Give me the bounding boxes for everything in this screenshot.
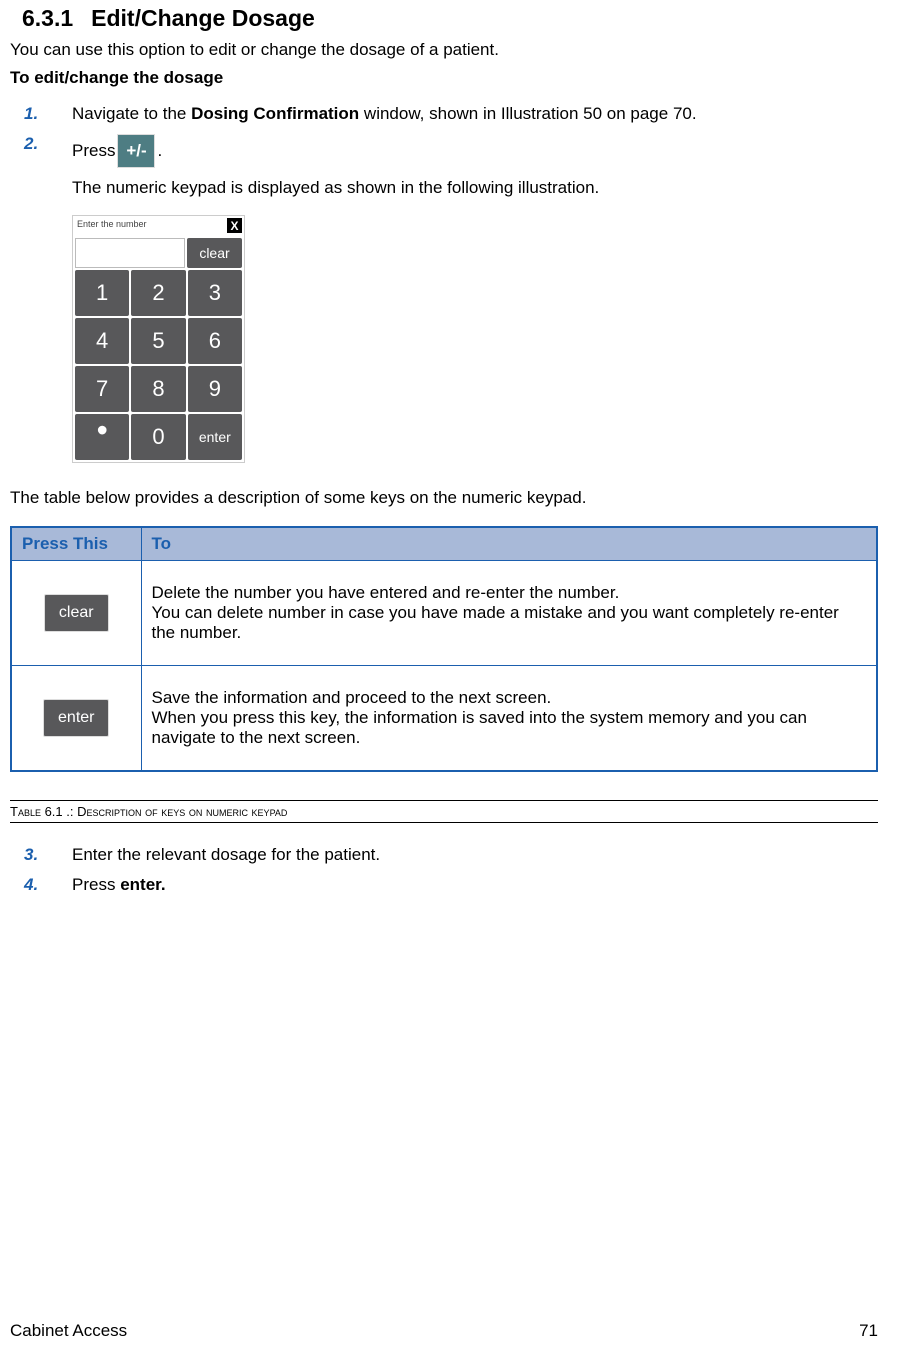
keypad-close-button[interactable]: X [227,218,242,233]
keypad-enter-button[interactable]: enter [188,414,242,460]
keypad-key-1[interactable]: 1 [75,270,129,316]
keypad-key-6[interactable]: 6 [188,318,242,364]
step-3: 3. Enter the relevant dosage for the pat… [24,845,878,865]
keypad-key-8[interactable]: 8 [131,366,185,412]
keypad-key-dot[interactable]: • [75,414,129,460]
table-header-press-this: Press This [11,527,141,561]
table-cell-text: Delete the number you have entered and r… [152,583,867,603]
step-4: 4. Press enter. [24,875,878,895]
table-row: enter Save the information and proceed t… [11,666,877,772]
step-marker: 3. [24,845,72,865]
clear-key-icon: clear [44,594,109,632]
enter-ref: enter. [120,875,165,894]
procedure-heading: To edit/change the dosage [10,68,878,88]
caption-text: Description of keys on numeric keypad [77,804,287,819]
step-text-pre: Press [72,141,115,161]
numeric-keypad: Enter the number X clear 1 2 3 4 5 6 7 8… [72,215,245,463]
keypad-input[interactable] [75,238,185,268]
keypad-key-2[interactable]: 2 [131,270,185,316]
caption-prefix: Table 6.1 .: [10,804,77,819]
keypad-key-4[interactable]: 4 [75,318,129,364]
step-body: Navigate to the Dosing Confirmation wind… [72,104,697,124]
step-marker: 4. [24,875,72,895]
footer-left: Cabinet Access [10,1321,127,1341]
step-1: 1. Navigate to the Dosing Confirmation w… [24,104,878,124]
table-intro: The table below provides a description o… [10,488,878,508]
table-caption: Table 6.1 .: Description of keys on nume… [10,800,878,823]
step-body: Enter the relevant dosage for the patien… [72,845,380,865]
keypad-clear-button[interactable]: clear [187,238,242,268]
step-text-post: window, shown in Illustration 50 on page… [359,104,696,123]
dosing-confirmation-ref: Dosing Confirmation [191,104,359,123]
footer-page-number: 71 [859,1321,878,1341]
enter-key-icon: enter [43,699,109,737]
step-2-after: The numeric keypad is displayed as shown… [72,178,878,198]
intro-text: You can use this option to edit or chang… [10,40,878,60]
step-body: Press enter. [72,875,166,895]
table-cell-text: You can delete number in case you have m… [152,603,867,643]
table-cell-text: When you press this key, the information… [152,708,867,748]
table-cell-text: Save the information and proceed to the … [152,688,867,708]
keypad-key-0[interactable]: 0 [131,414,185,460]
step-marker: 1. [24,104,72,124]
step-text-post: . [157,141,162,161]
keypad-key-3[interactable]: 3 [188,270,242,316]
step-marker: 2. [24,134,72,154]
section-number: 6.3.1 [22,5,73,31]
keypad-key-5[interactable]: 5 [131,318,185,364]
keypad-key-9[interactable]: 9 [188,366,242,412]
step-body: Press +/- . [72,134,162,168]
keypad-key-7[interactable]: 7 [75,366,129,412]
keypad-description-table: Press This To clear Delete the number yo… [10,526,878,772]
plus-minus-button[interactable]: +/- [117,134,155,168]
section-heading: 6.3.1 Edit/Change Dosage [22,5,878,32]
step-text-pre: Navigate to the [72,104,191,123]
keypad-title: Enter the number [75,218,149,229]
step-2: 2. Press +/- . [24,134,878,168]
section-title: Edit/Change Dosage [91,5,315,31]
table-row: clear Delete the number you have entered… [11,561,877,666]
step-text-pre: Press [72,875,120,894]
table-header-to: To [141,527,877,561]
page-footer: Cabinet Access 71 [10,1321,878,1341]
